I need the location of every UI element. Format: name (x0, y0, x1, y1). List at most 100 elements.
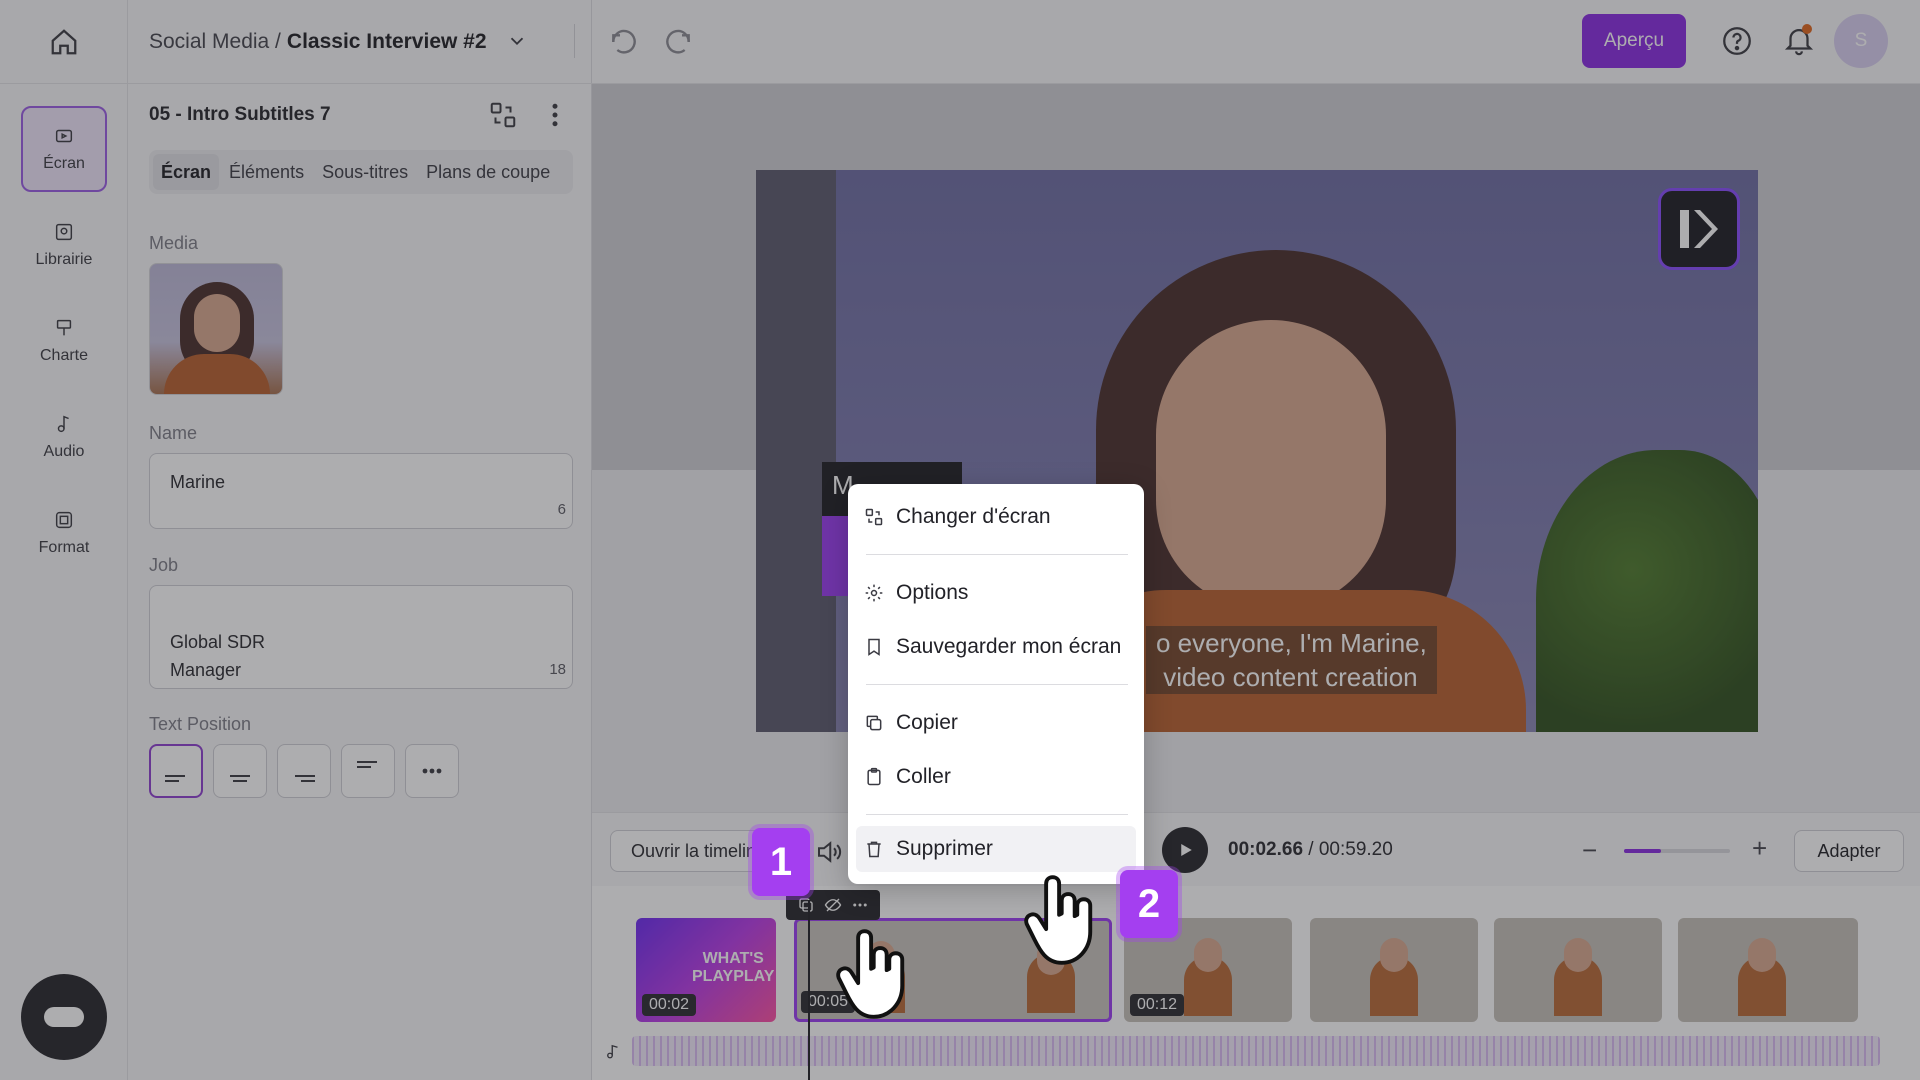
zoom-out-button[interactable]: − (1582, 835, 1597, 866)
left-navigation: Écran Librairie Charte Audio Format (0, 0, 128, 1080)
name-label: Name (149, 423, 198, 443)
name-char-count: 6 (557, 501, 566, 518)
nav-item-library[interactable]: Librairie (21, 202, 107, 288)
more-horizontal-icon[interactable] (851, 896, 869, 914)
menu-item-options[interactable]: Options (864, 570, 1130, 616)
brand-logo (1658, 188, 1740, 270)
menu-item-label: Copier (896, 711, 958, 734)
project-selector[interactable]: Social Media / Classic Interview #2 (128, 0, 592, 84)
nav-item-screen[interactable]: Écran (21, 106, 107, 192)
text-position-more[interactable] (405, 744, 459, 798)
chat-support-button[interactable] (21, 974, 107, 1060)
media-thumbnail[interactable] (149, 263, 283, 395)
align-bottom-center-icon (230, 775, 250, 782)
clip-time-badge: 00:02 (642, 994, 697, 1016)
tab-subtitles[interactable]: Sous-titres (314, 154, 416, 190)
hand-cursor-icon (1024, 875, 1093, 965)
chevron-down-icon[interactable] (506, 30, 528, 52)
fit-button[interactable]: Adapter (1794, 830, 1904, 872)
library-icon (55, 223, 73, 241)
menu-item-copy[interactable]: Copier (864, 700, 1130, 746)
swap-screen-icon (865, 508, 883, 526)
text-position-top-left[interactable] (341, 744, 395, 798)
nav-item-label: Écran (43, 155, 85, 172)
trash-icon (867, 841, 881, 858)
play-icon (1181, 844, 1192, 856)
job-field[interactable]: Global SDR Manager 18 (149, 585, 573, 689)
scene-title: 05 - Intro Subtitles 7 (149, 104, 331, 125)
nav-item-label: Audio (43, 443, 85, 460)
home-button[interactable] (0, 0, 128, 84)
step-badge-2: 2 (1120, 870, 1178, 938)
job-label: Job (149, 555, 179, 575)
align-bottom-right-icon (295, 775, 315, 782)
job-char-count: 18 (549, 661, 566, 678)
menu-item-delete[interactable]: Supprimer (856, 826, 1136, 872)
more-horizontal-icon (422, 768, 442, 774)
divider (574, 24, 575, 58)
format-icon (55, 511, 73, 529)
context-menu: Changer d'écran Options Sauvegarder mon … (848, 484, 1144, 884)
project-name: Classic Interview #2 (286, 29, 487, 53)
volume-icon[interactable] (814, 837, 844, 867)
duplicate-icon[interactable] (797, 896, 815, 914)
undo-icon[interactable] (608, 26, 640, 58)
hide-icon[interactable] (824, 896, 842, 914)
clip-time-badge: 00:12 (1130, 994, 1185, 1016)
zoom-slider[interactable] (1624, 849, 1730, 853)
menu-separator (866, 554, 1128, 555)
menu-item-paste[interactable]: Coller (864, 754, 1130, 800)
menu-item-save-screen[interactable]: Sauvegarder mon écran (864, 624, 1130, 670)
brand-icon (56, 319, 72, 336)
nav-item-brand[interactable]: Charte (21, 298, 107, 384)
copy-icon (866, 715, 882, 731)
text-position-bottom-left[interactable] (149, 744, 203, 798)
playplay-logo-icon (1680, 210, 1718, 248)
project-folder: Social Media / (149, 29, 281, 53)
preview-button[interactable]: Aperçu (1582, 14, 1686, 68)
home-icon (51, 28, 77, 54)
nav-item-label: Charte (39, 347, 89, 364)
paste-icon (867, 767, 881, 786)
text-position-bottom-right[interactable] (277, 744, 331, 798)
clip-frame-head (1748, 938, 1776, 972)
nav-item-label: Format (38, 539, 90, 556)
timeline-clip-intro[interactable]: WHAT'S PLAYPLAY 00:02 (636, 918, 776, 1022)
align-top-left-icon (357, 761, 377, 768)
zoom-slider-fill (1624, 849, 1662, 853)
nav-item-audio[interactable]: Audio (21, 394, 107, 480)
menu-item-label: Coller (896, 765, 951, 788)
zoom-in-button[interactable]: + (1752, 833, 1767, 864)
gear-icon (865, 584, 883, 602)
help-icon[interactable] (1720, 24, 1754, 58)
redo-icon[interactable] (662, 26, 694, 58)
audio-track[interactable] (632, 1036, 1880, 1066)
timeline-clip[interactable] (1494, 918, 1662, 1022)
tab-cutaways[interactable]: Plans de coupe (418, 154, 558, 190)
open-timeline-button[interactable]: Ouvrir la timeline (610, 830, 770, 872)
total-time: 00:59.20 (1318, 839, 1393, 860)
subtitle-overlay[interactable]: o everyone, I'm Marine, video content cr… (1146, 626, 1437, 694)
nav-item-format[interactable]: Format (21, 490, 107, 576)
tab-elements[interactable]: Éléments (221, 154, 312, 190)
playhead[interactable] (808, 900, 810, 1080)
timeline-clip[interactable] (1678, 918, 1858, 1022)
timeline-clip[interactable] (1310, 918, 1478, 1022)
video-bg-left (756, 170, 836, 732)
top-bar: Aperçu S (592, 0, 1920, 84)
name-field[interactable]: Marine 6 (149, 453, 573, 529)
menu-item-label: Changer d'écran (896, 505, 1051, 528)
more-vertical-icon[interactable] (540, 100, 570, 130)
media-label: Media (149, 233, 199, 253)
user-avatar[interactable]: S (1834, 14, 1888, 68)
text-position-bottom-center[interactable] (213, 744, 267, 798)
menu-item-change-screen[interactable]: Changer d'écran (864, 494, 1130, 540)
menu-separator (866, 684, 1128, 685)
clip-frame-head (1194, 938, 1222, 972)
play-button[interactable] (1162, 827, 1208, 873)
tab-screen[interactable]: Écran (153, 154, 220, 190)
hand-cursor-icon (836, 929, 905, 1019)
swap-screen-icon[interactable] (488, 100, 518, 130)
time-separator: / (1303, 839, 1319, 860)
text-position-label: Text Position (149, 714, 252, 734)
